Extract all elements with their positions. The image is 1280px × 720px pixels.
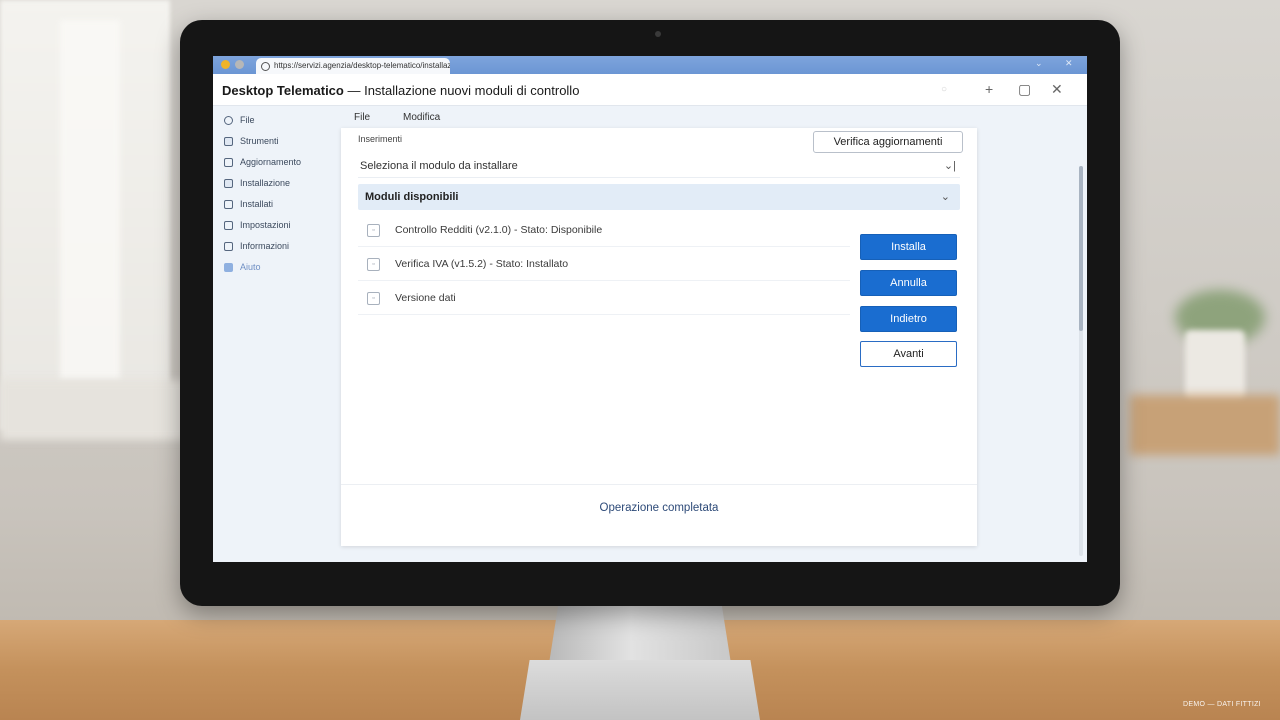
back-button[interactable]: Indietro (860, 306, 957, 332)
status-message: Operazione completata (599, 502, 719, 514)
window-dot-icon[interactable] (235, 60, 244, 69)
background-window-frame (60, 20, 120, 380)
section-header[interactable]: Moduli disponibili ⌄ (358, 184, 960, 210)
chevron-down-icon: ⌄ (940, 191, 950, 203)
menu-file[interactable]: File (354, 112, 370, 123)
window-dot-icon[interactable] (221, 60, 230, 69)
close-icon[interactable]: ✕ (1051, 81, 1063, 98)
module-checkbox[interactable]: ▫ (367, 257, 380, 271)
app-name: Desktop Telematico (222, 83, 344, 98)
help-icon[interactable]: ○ (941, 84, 947, 95)
monitor-stand-base (520, 660, 760, 720)
sidebar-item-tools[interactable]: Strumenti (224, 133, 279, 149)
sidebar-item-install[interactable]: Installazione (224, 175, 290, 191)
tools-icon (224, 136, 233, 146)
help-icon (224, 262, 233, 272)
list-item[interactable]: ▫ Verifica IVA (v1.5.2) - Stato: Install… (358, 248, 850, 281)
sidebar-item-label: Strumenti (240, 136, 279, 146)
breadcrumb: Inserimenti (358, 134, 403, 144)
screen: https://servizi.agenzia/desktop-telemati… (213, 56, 1087, 562)
module-select-placeholder: Seleziona il modulo da installare (360, 160, 518, 172)
sidebar-item-label: File (240, 115, 255, 125)
module-label: Controllo Redditi (v2.1.0) - Stato: Disp… (395, 224, 603, 236)
sidebar-item-label: Aggiornamento (240, 157, 302, 167)
scrollbar[interactable] (1079, 166, 1083, 556)
tab-strip: https://servizi.agenzia/desktop-telemati… (213, 56, 1087, 74)
check-updates-button[interactable]: Verifica aggiornamenti (813, 131, 963, 153)
circle-icon (224, 115, 233, 125)
module-checkbox[interactable]: ▫ (367, 291, 380, 305)
monitor-stand (548, 600, 732, 670)
settings-icon (224, 220, 233, 230)
menu-bar: File Modifica (341, 106, 1087, 128)
background-sill (0, 380, 210, 440)
main-panel: Inserimenti Verifica aggiornamenti Selez… (341, 128, 977, 546)
install-icon (224, 178, 233, 188)
tab-label: https://servizi.agenzia/desktop-telemati… (274, 61, 450, 70)
next-button[interactable]: Avanti (860, 341, 957, 367)
chevron-down-icon[interactable]: ⌄ (1035, 58, 1043, 69)
window-title: Desktop Telematico — Installazione nuovi… (222, 83, 579, 98)
title-bar: Desktop Telematico — Installazione nuovi… (213, 74, 1087, 106)
sidebar-item-update[interactable]: Aggiornamento (224, 154, 301, 170)
sidebar: File Strumenti Aggiornamento Installazio… (213, 106, 341, 562)
background-pot (1185, 330, 1245, 400)
section-title: Moduli disponibili (365, 191, 459, 203)
sidebar-item-info[interactable]: Informazioni (224, 238, 289, 254)
sidebar-item-help[interactable]: Aiuto (224, 259, 261, 275)
globe-icon (261, 62, 270, 71)
sidebar-item-label: Informazioni (240, 241, 290, 251)
info-icon (224, 241, 233, 251)
list-item[interactable]: ▫ Controllo Redditi (v2.1.0) - Stato: Di… (358, 214, 850, 247)
module-label: Versione dati (395, 292, 456, 304)
sidebar-item-settings[interactable]: Impostazioni (224, 217, 291, 233)
sidebar-item-label: Aiuto (240, 262, 261, 272)
module-checkbox[interactable]: ▫ (367, 223, 380, 237)
list-item[interactable]: ▫ Versione dati (358, 282, 850, 315)
installed-icon (224, 199, 233, 209)
module-label: Verifica IVA (v1.5.2) - Stato: Installat… (395, 258, 569, 270)
sidebar-item-installed[interactable]: Installati (224, 196, 273, 212)
sidebar-item-label: Installati (240, 199, 274, 209)
cancel-button[interactable]: Annulla (860, 270, 957, 296)
maximize-icon[interactable]: ▢ (1018, 81, 1031, 98)
browser-tab[interactable]: https://servizi.agenzia/desktop-telemati… (256, 58, 450, 74)
sidebar-item-label: Installazione (240, 178, 291, 188)
chevron-down-icon: ⌄| (943, 160, 956, 172)
minimize-icon[interactable]: + (985, 81, 993, 97)
watermark: DEMO — DATI FITTIZI (1183, 701, 1261, 708)
module-select[interactable]: Seleziona il modulo da installare ⌄| (358, 154, 960, 178)
monitor: https://servizi.agenzia/desktop-telemati… (180, 20, 1120, 606)
background-shelf (1130, 395, 1280, 455)
close-icon[interactable]: ✕ (1065, 58, 1073, 69)
divider (341, 484, 977, 485)
sidebar-item-label: Impostazioni (240, 220, 291, 230)
install-button[interactable]: Installa (860, 234, 957, 260)
camera-icon (655, 31, 661, 37)
scrollbar-thumb[interactable] (1079, 166, 1083, 331)
window-subtitle: — Installazione nuovi moduli di controll… (343, 83, 580, 98)
sidebar-item-file[interactable]: File (224, 112, 255, 128)
update-icon (224, 157, 233, 167)
menu-edit[interactable]: Modifica (403, 112, 440, 123)
